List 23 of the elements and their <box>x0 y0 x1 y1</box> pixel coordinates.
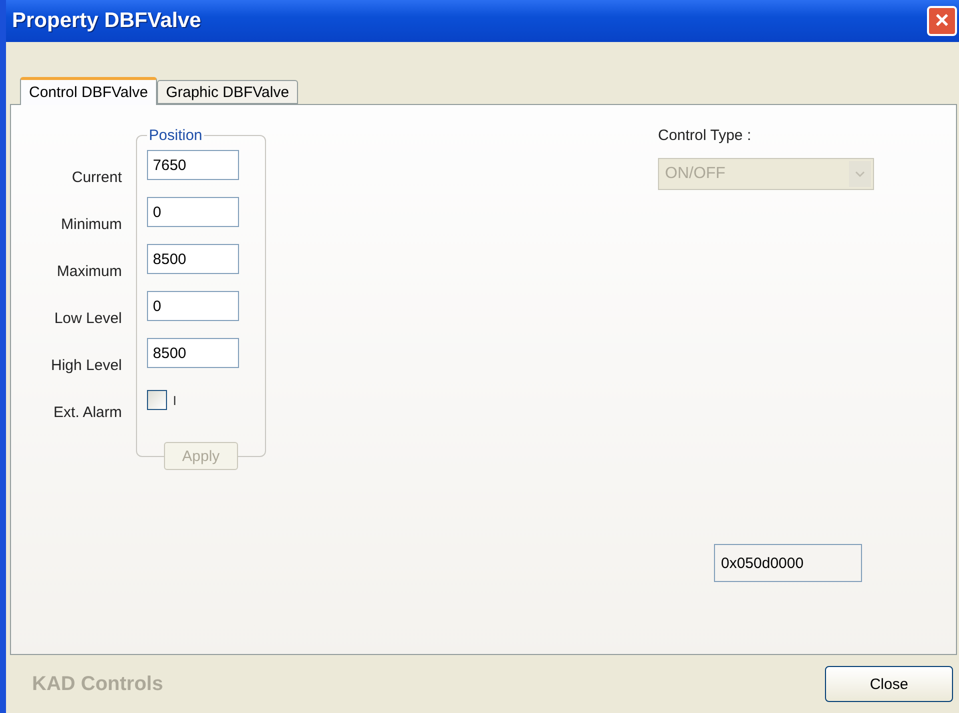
brand-text: KAD Controls <box>32 672 164 696</box>
input-field[interactable]: 8500 <box>146 244 239 274</box>
group-title: Position <box>148 127 204 144</box>
chevron-down-icon <box>849 161 871 187</box>
close-button[interactable]: Close <box>825 666 953 702</box>
field-label: High Level <box>51 356 122 376</box>
input-field[interactable]: 0 <box>146 291 239 321</box>
handle-field: 0x050d0000 <box>714 544 862 582</box>
tab[interactable]: Control DBFValve <box>20 77 157 105</box>
input-field[interactable]: 8500 <box>146 338 239 368</box>
field-label: Minimum <box>61 215 122 235</box>
window-title: Property DBFValve <box>12 9 202 33</box>
input-field[interactable]: 0 <box>146 197 239 227</box>
tab[interactable]: Graphic DBFValve <box>156 80 298 104</box>
checkbox[interactable] <box>146 390 167 410</box>
field-label: Ext. Alarm <box>54 403 122 423</box>
field-label: Maximum <box>56 262 122 282</box>
control-type-label: Control Type : <box>658 127 752 144</box>
field-label: Low Level <box>54 309 122 329</box>
close-button[interactable]: × <box>927 6 957 36</box>
checkbox-caption: I <box>172 392 177 408</box>
input-field[interactable]: 7650 <box>146 150 239 180</box>
field-label: Current <box>72 168 122 188</box>
